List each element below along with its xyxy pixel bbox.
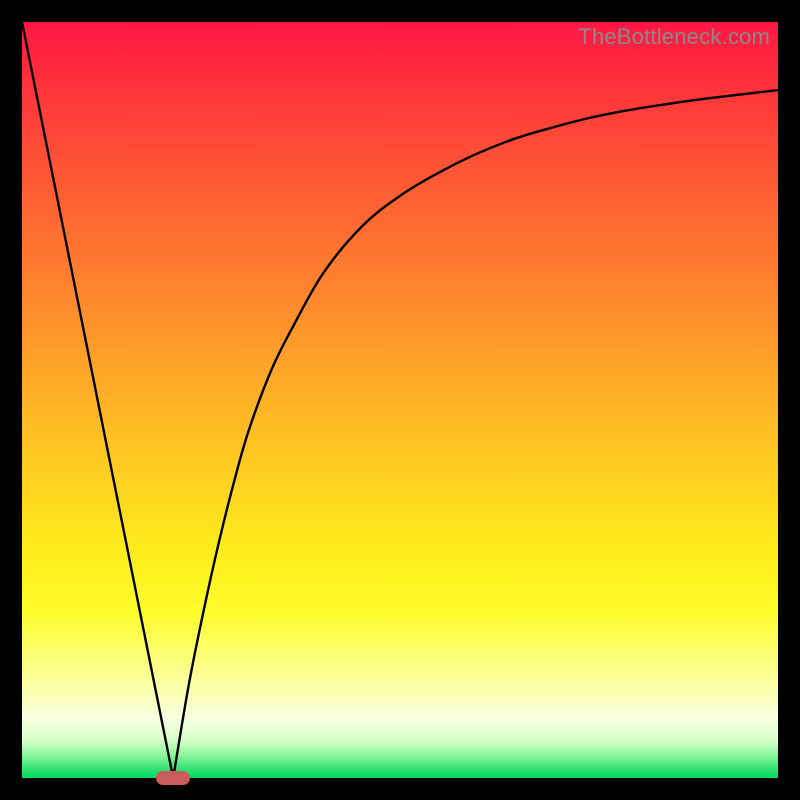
plot-area: TheBottleneck.com xyxy=(22,22,778,778)
curve-layer xyxy=(22,22,778,778)
right-branch-curve xyxy=(173,90,778,778)
chart-frame: TheBottleneck.com xyxy=(0,0,800,800)
left-branch-curve xyxy=(22,22,173,778)
optimal-marker xyxy=(156,771,190,785)
